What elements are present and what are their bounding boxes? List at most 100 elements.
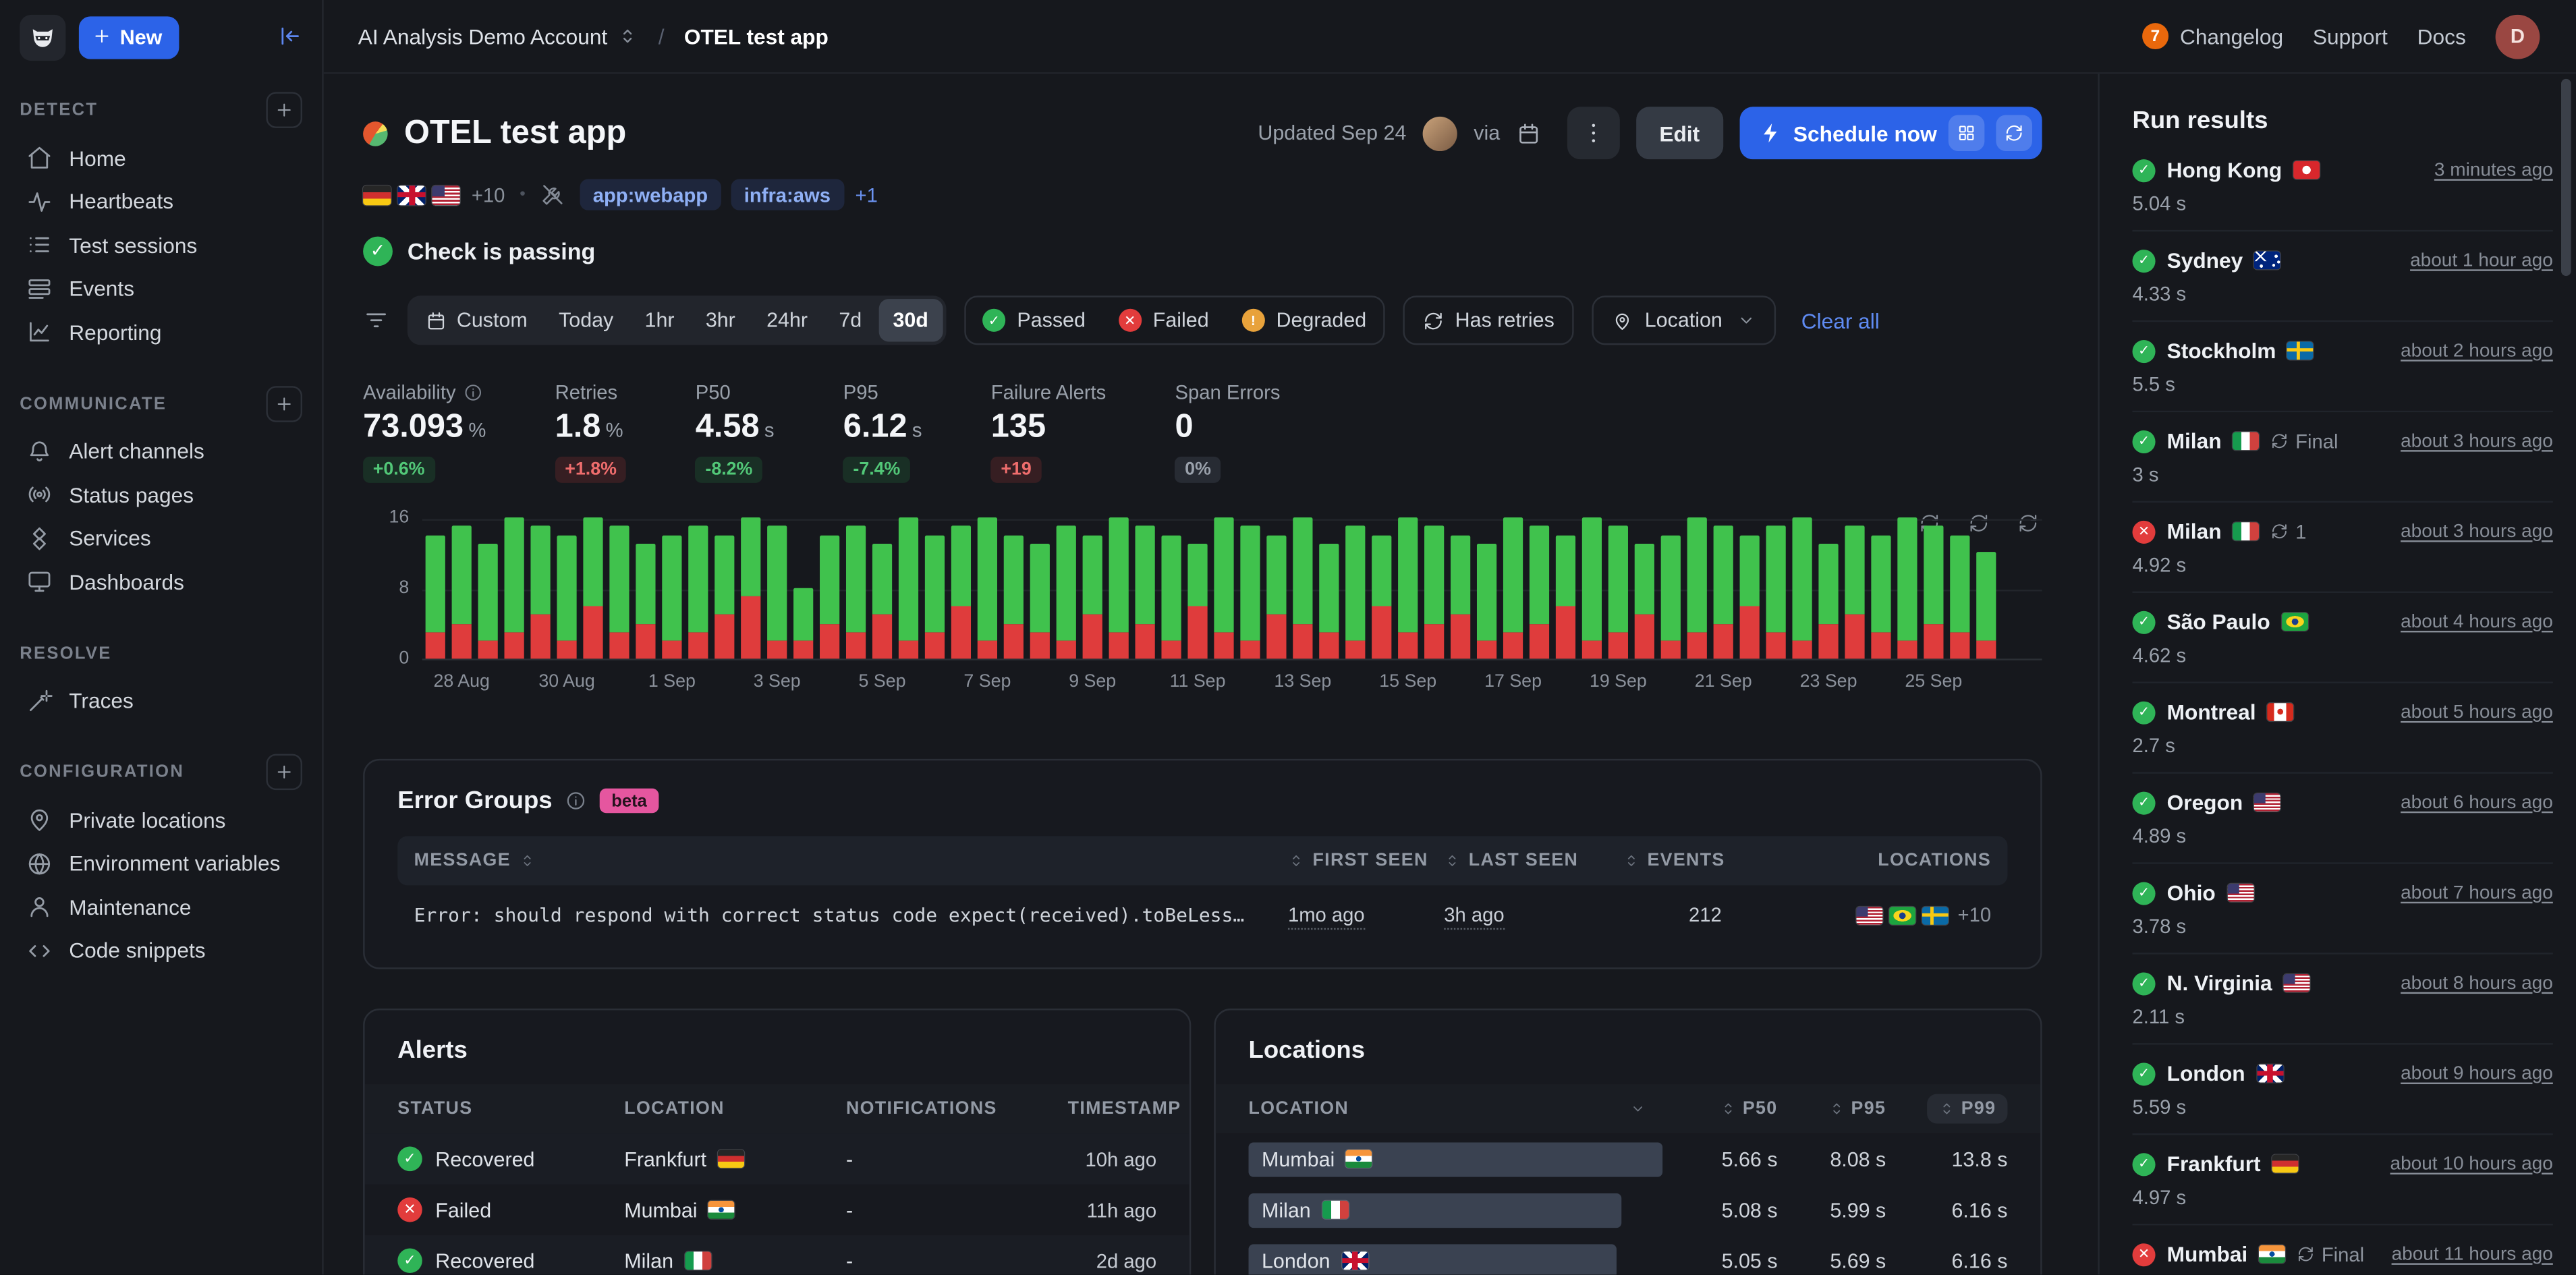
chart-bar[interactable] <box>688 526 708 658</box>
alert-row[interactable]: ✓RecoveredFrankfurt-10h ago <box>365 1133 1189 1184</box>
chart-bar[interactable] <box>1187 544 1207 658</box>
run-result-item[interactable]: ✓MilanFinalabout 3 hours ago3 s <box>2133 412 2553 503</box>
sidebar-add-communicate-button[interactable] <box>266 385 302 422</box>
location-row[interactable]: Milan5.08 s5.99 s6.16 s <box>1216 1185 2040 1235</box>
run-result-item[interactable]: ✓Oregonabout 6 hours ago4.89 s <box>2133 774 2553 864</box>
run-result-item[interactable]: ✓Hong Kong3 minutes ago5.04 s <box>2133 141 2553 231</box>
sidebar-item-maintenance[interactable]: Maintenance <box>20 885 302 929</box>
run-timestamp[interactable]: about 3 hours ago <box>2401 521 2553 541</box>
filter-degraded[interactable]: !Degraded <box>1225 298 1383 343</box>
chart-bar[interactable] <box>741 517 760 658</box>
chart-bar[interactable] <box>1608 526 1628 658</box>
chart-bar[interactable] <box>557 535 576 658</box>
chart-bar[interactable] <box>1161 535 1181 658</box>
chart-bar[interactable] <box>1345 526 1365 658</box>
tag-app-webapp[interactable]: app:webapp <box>580 179 721 210</box>
flags-more[interactable]: +10 <box>472 183 505 206</box>
chart-bar[interactable] <box>530 526 550 658</box>
chart-bar[interactable] <box>1136 526 1155 658</box>
run-timestamp[interactable]: about 11 hours ago <box>2392 1244 2553 1264</box>
schedule-now-button[interactable]: Schedule now <box>1739 107 2042 159</box>
tags-more[interactable]: +1 <box>856 183 878 206</box>
chart-bar[interactable] <box>1897 517 1917 659</box>
run-result-item[interactable]: ✓Stockholmabout 2 hours ago5.5 s <box>2133 322 2553 412</box>
retry-settings-icon[interactable] <box>1996 115 2032 151</box>
sidebar-item-traces[interactable]: Traces <box>20 679 302 723</box>
sidebar-add-configuration-button[interactable] <box>266 754 302 791</box>
chart-bar[interactable] <box>1661 535 1681 658</box>
run-result-item[interactable]: ✓Montrealabout 5 hours ago2.7 s <box>2133 683 2553 774</box>
chart-bar[interactable] <box>820 535 839 658</box>
column-message[interactable]: MESSAGE <box>414 851 1288 870</box>
chart-bar[interactable] <box>1714 526 1733 658</box>
chart-bar[interactable] <box>662 535 681 658</box>
run-result-item[interactable]: ✓Sydneyabout 1 hour ago4.33 s <box>2133 231 2553 322</box>
chart-bar[interactable] <box>1293 517 1312 658</box>
clear-all-button[interactable]: Clear all <box>1801 308 1880 333</box>
location-filter[interactable]: Location <box>1592 295 1776 345</box>
parallel-run-icon[interactable] <box>1949 115 1985 151</box>
chart-bar[interactable] <box>1687 517 1707 658</box>
chart-bar[interactable] <box>1319 544 1339 658</box>
chart-bar[interactable] <box>793 588 813 658</box>
sidebar-item-heartbeats[interactable]: Heartbeats <box>20 180 302 224</box>
chart-bar[interactable] <box>1740 535 1760 658</box>
chart-bar[interactable] <box>1976 552 1996 658</box>
column-last-seen[interactable]: LAST SEEN <box>1444 851 1600 870</box>
chart-bar[interactable] <box>1477 544 1496 658</box>
run-result-item[interactable]: ✓Londonabout 9 hours ago5.59 s <box>2133 1045 2553 1135</box>
has-retries-filter[interactable]: Has retries <box>1403 295 1574 345</box>
run-result-item[interactable]: ✓São Pauloabout 4 hours ago4.62 s <box>2133 593 2553 683</box>
column-status[interactable]: STATUS <box>397 1099 624 1118</box>
run-result-item[interactable]: ✕Milan1about 3 hours ago4.92 s <box>2133 503 2553 593</box>
chart-bar[interactable] <box>925 535 945 658</box>
time-range-3hr[interactable]: 3hr <box>691 299 750 341</box>
chart-bar[interactable] <box>1424 526 1444 658</box>
column-location[interactable]: LOCATION <box>1249 1099 1663 1118</box>
new-button[interactable]: New <box>79 16 179 59</box>
sidebar-item-alert-channels[interactable]: Alert channels <box>20 430 302 474</box>
column-p99[interactable]: P99 <box>1886 1094 2007 1124</box>
sidebar-item-test-sessions[interactable]: Test sessions <box>20 223 302 267</box>
chart-bar[interactable] <box>899 517 918 659</box>
chart-bar[interactable] <box>846 526 866 658</box>
run-result-item[interactable]: ✓N. Virginiaabout 8 hours ago2.11 s <box>2133 955 2553 1045</box>
sidebar-item-home[interactable]: Home <box>20 136 302 180</box>
scrollbar-thumb[interactable] <box>2561 79 2571 276</box>
chart-bar[interactable] <box>1372 535 1391 658</box>
sidebar-item-reporting[interactable]: Reporting <box>20 310 302 354</box>
docs-link[interactable]: Docs <box>2417 24 2466 49</box>
filter-passed[interactable]: ✓Passed <box>966 298 1102 343</box>
location-row[interactable]: London5.05 s5.69 s6.16 s <box>1216 1235 2040 1274</box>
chart-bar[interactable] <box>1083 535 1102 658</box>
chart-bar[interactable] <box>767 526 787 658</box>
account-switcher[interactable]: AI Analysis Demo Account <box>358 24 639 49</box>
run-timestamp[interactable]: about 6 hours ago <box>2401 793 2553 812</box>
last-seen[interactable]: 3h ago <box>1444 903 1504 930</box>
chart-bar[interactable] <box>1845 526 1864 658</box>
tag-infra-aws[interactable]: infra:aws <box>731 179 843 210</box>
sidebar-item-environment-variables[interactable]: Environment variables <box>20 842 302 886</box>
run-timestamp[interactable]: about 5 hours ago <box>2401 702 2553 722</box>
time-range-30d[interactable]: 30d <box>878 299 943 341</box>
chart-bar[interactable] <box>1766 526 1786 658</box>
run-timestamp[interactable]: about 8 hours ago <box>2401 973 2553 993</box>
chart-bar[interactable] <box>1792 517 1812 659</box>
chart-bar[interactable] <box>452 526 472 658</box>
chart-bar[interactable] <box>1398 517 1418 658</box>
chart-bar[interactable] <box>1004 535 1024 658</box>
more-actions-button[interactable] <box>1567 107 1620 159</box>
chart-bar[interactable] <box>1530 526 1549 658</box>
first-seen[interactable]: 1mo ago <box>1288 903 1365 930</box>
chart-bar[interactable] <box>978 517 997 659</box>
chart-bar[interactable] <box>636 544 655 658</box>
column-timestamp[interactable]: TIMESTAMP <box>1068 1099 1181 1118</box>
chart-bar[interactable] <box>1503 517 1523 658</box>
sidebar-item-status-pages[interactable]: Status pages <box>20 473 302 517</box>
run-result-item[interactable]: ✓Frankfurtabout 10 hours ago4.97 s <box>2133 1135 2553 1226</box>
run-timestamp[interactable]: about 1 hour ago <box>2410 250 2553 270</box>
column-events[interactable]: EVENTS <box>1600 851 1745 870</box>
chart-bar[interactable] <box>951 526 971 658</box>
support-link[interactable]: Support <box>2313 24 2388 49</box>
run-timestamp[interactable]: about 9 hours ago <box>2401 1064 2553 1083</box>
